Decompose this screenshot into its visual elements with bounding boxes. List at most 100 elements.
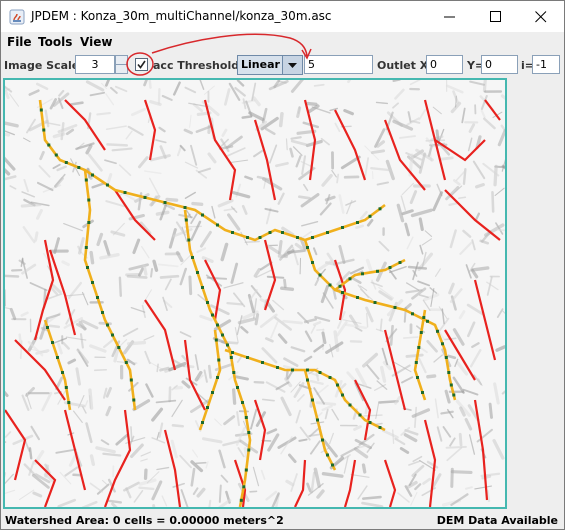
channel-node-marker [422,316,426,319]
channel-node-marker [91,173,94,177]
channel-node-marker [311,261,314,264]
maximize-button[interactable] [473,1,519,32]
channel-node-marker [318,273,322,277]
channel-node-marker [216,323,219,327]
outlet-y-field[interactable]: 0 [481,55,518,74]
channel-node-marker [452,393,456,397]
dropdown-arrow-button[interactable] [282,56,302,74]
channel-node-marker [91,281,94,284]
channel-node-marker [348,277,352,281]
channel-node-marker [378,207,382,211]
channel-node-marker [444,356,448,359]
channel-node-marker [96,296,99,299]
channel-node-marker [106,323,109,327]
channel-node-marker [361,272,364,276]
channel-node-marker [341,226,344,229]
threshold-mode-value: Linear [241,58,280,71]
threshold-mode-dropdown[interactable]: Linear [237,55,303,75]
channel-node-marker [51,341,54,344]
channel-node-marker [296,236,299,239]
channel-node-marker [388,266,392,269]
channel-node-marker [398,261,402,264]
channel-node-marker [221,333,224,337]
image-scale-spinner[interactable] [115,55,128,74]
channel-node-marker [106,183,109,187]
menu-tools[interactable]: Tools [38,35,72,49]
channel-node-marker [229,356,233,359]
minimize-button[interactable] [427,1,473,32]
channel-node-marker [211,313,214,317]
close-icon [535,11,547,23]
channel-node-marker [331,463,334,467]
channel-node-marker [341,291,344,294]
channel-node-marker [84,246,88,249]
menu-bar: File Tools View [1,32,564,52]
channel-node-marker [356,296,359,299]
channel-node-marker [87,221,91,224]
maximize-icon [490,11,501,22]
channel-node-marker [124,361,128,364]
channel-node-marker [318,371,322,374]
dem-status: DEM Data Available [436,514,558,527]
channel-node-marker [321,438,324,442]
channel-node-marker [306,378,309,382]
channel-node-marker [101,311,104,314]
spinner-up-icon[interactable] [116,56,127,65]
threshold-checkbox[interactable] [135,58,148,71]
channel-node-marker [246,236,249,239]
channel-node-marker [216,376,219,379]
channel-node-marker [143,196,147,199]
channel-node-marker [326,453,329,457]
channel-node-marker [417,346,421,349]
channel-node-marker [86,266,89,269]
channel-node-marker [201,213,204,217]
channel-node-marker [449,383,453,387]
channel-node-marker [373,301,377,304]
i-field[interactable]: -1 [532,55,560,74]
channel-node-marker [306,246,309,249]
channel-node-marker [276,366,279,369]
channel-node-marker [54,153,58,157]
close-button[interactable] [518,1,564,32]
channel-node-marker [426,319,429,323]
channel-node-marker [311,236,314,239]
status-bar: Watershed Area: 0 cells = 0.00000 meters… [1,512,564,529]
channel-node-marker [163,201,167,204]
threshold-value-field[interactable]: 5 [304,55,373,74]
menu-file[interactable]: File [7,35,32,49]
channel-node-marker [56,356,59,359]
dem-map-view[interactable] [3,78,507,509]
channel-node-marker [129,378,133,382]
channel-node-marker [87,198,91,202]
chevron-down-icon [288,63,297,68]
menu-view[interactable]: View [80,35,112,49]
channel-node-marker [268,231,272,234]
channel-node-marker [244,416,248,419]
channel-node-marker [393,306,397,309]
channel-node-marker [187,238,191,242]
drainage-map[interactable] [5,80,505,507]
channel-node-marker [246,356,249,359]
channel-node-marker [239,498,243,502]
channel-node-marker [311,398,314,402]
outlet-x-field[interactable]: 0 [426,55,463,74]
channel-node-marker [216,223,219,227]
channel-node-marker [336,383,339,387]
channel-node-marker [376,269,379,273]
channel-node-marker [111,333,114,337]
channel-node-marker [67,401,71,404]
channel-node-marker [123,191,127,194]
channel-node-marker [261,361,264,364]
app-window: JPDEM : Konza_30m_multiChannel/konza_30m… [0,0,565,530]
channel-node-marker [281,231,284,234]
channel-node-marker [441,342,444,346]
channel-node-marker [244,468,248,472]
channel-node-marker [242,485,246,489]
channel-node-marker [231,231,234,234]
image-scale-field[interactable]: 3 [75,55,115,74]
channel-node-marker [184,218,188,222]
channel-node-marker [338,284,342,288]
channel-node-marker [414,361,418,364]
channel-node-marker [447,371,451,374]
check-icon [137,60,146,69]
